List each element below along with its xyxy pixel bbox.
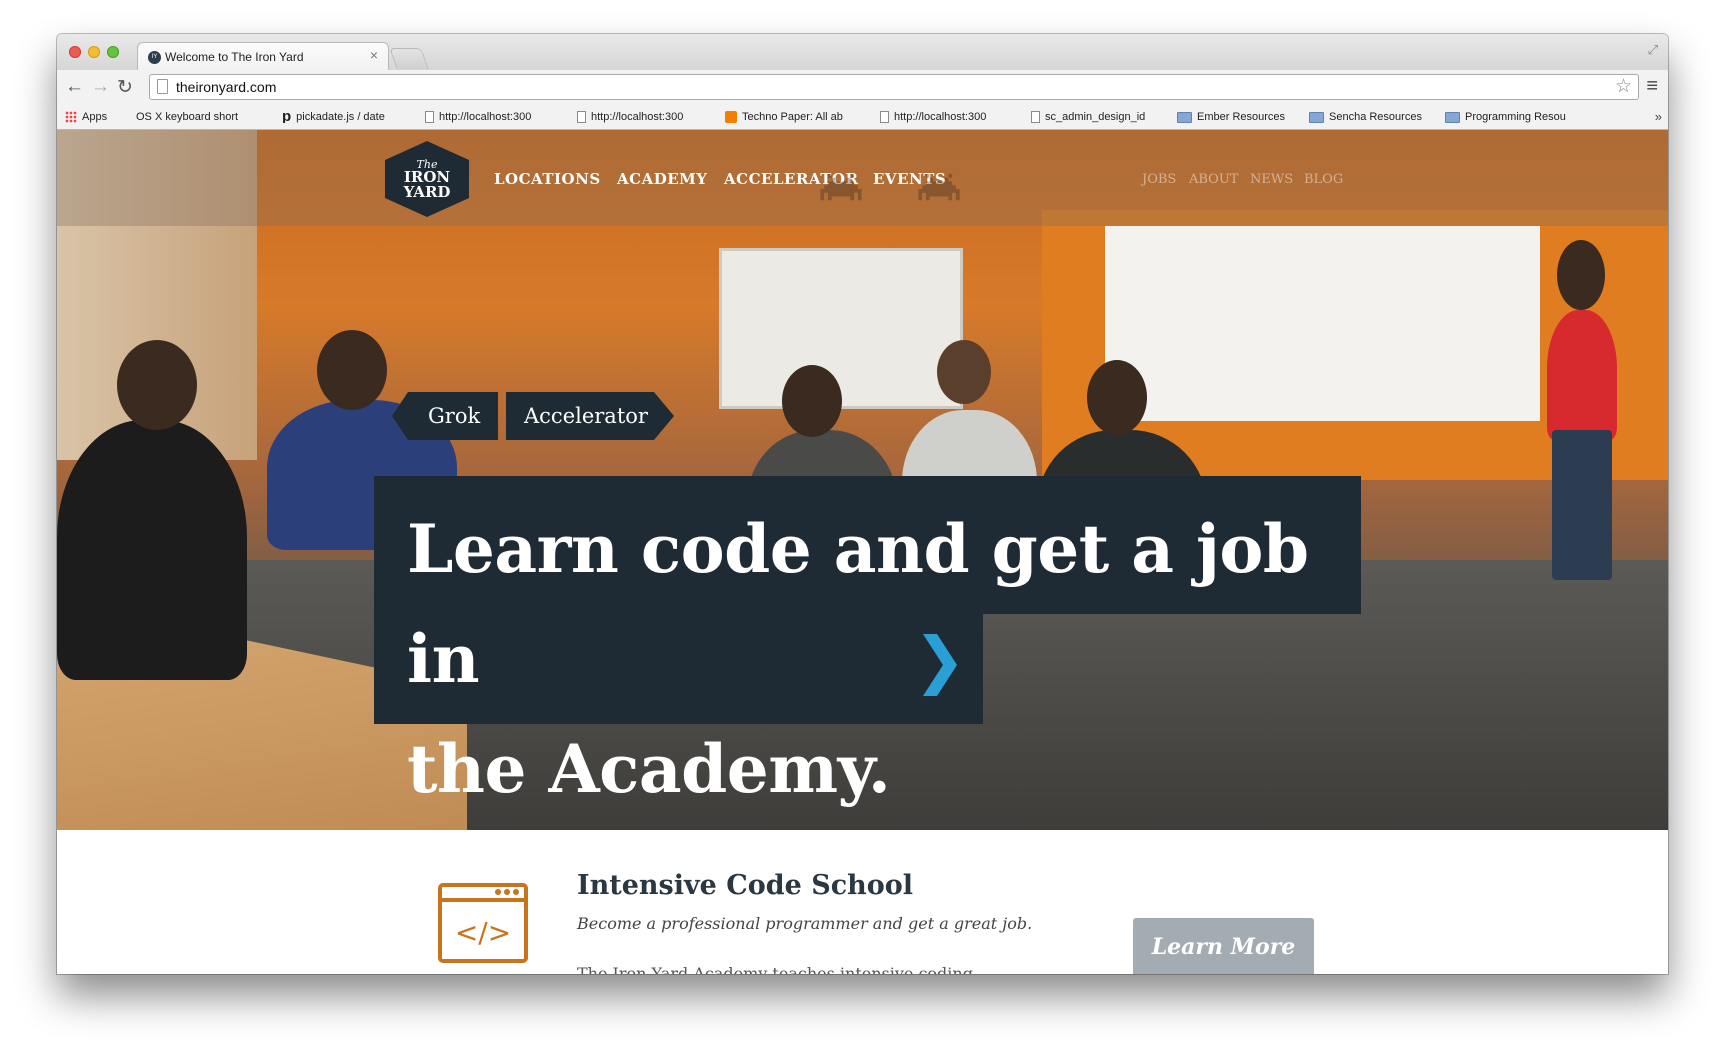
bookmark-label: Techno Paper: All ab [742, 111, 843, 123]
tab-title: Welcome to The Iron Yard [165, 50, 304, 64]
photo-student-head [117, 340, 197, 430]
feature-subtitle: Become a professional programmer and get… [577, 914, 1033, 933]
folder-icon [1177, 111, 1192, 123]
more-bookmarks-icon[interactable]: » [1655, 109, 1662, 124]
logo-wordmark: The IRON YARD [404, 159, 451, 200]
bookmark-localhost-1[interactable]: http://localhost:300 [425, 111, 560, 123]
bookmark-apps[interactable]: Apps [65, 111, 117, 123]
bookmark-label: Apps [82, 111, 108, 123]
reload-icon[interactable]: ↻ [117, 76, 133, 99]
nav-locations[interactable]: LOCATIONS [494, 170, 601, 188]
nav-news[interactable]: NEWS [1250, 172, 1293, 187]
fullscreen-icon[interactable]: ⤢ [1648, 42, 1658, 58]
nav-about[interactable]: ABOUT [1189, 172, 1238, 187]
bookmark-label: http://localhost:300 [591, 111, 684, 123]
minimize-window-button[interactable] [88, 46, 100, 58]
photo-student [57, 420, 247, 680]
page-icon [425, 111, 434, 123]
ironyard-favicon-icon: IY [148, 51, 161, 64]
folder-icon [1445, 111, 1460, 123]
hero-headline-line2: the Academy. [407, 730, 891, 808]
bookmark-sc-admin[interactable]: sc_admin_design_id [1031, 111, 1161, 123]
blogger-icon [725, 111, 737, 123]
bookmark-label: http://localhost:300 [894, 111, 987, 123]
site-header: The IRON YARD LOCATIONS ACADEMY ACCELERA… [57, 130, 1668, 226]
logo-yard: YARD [403, 182, 451, 201]
photo-student-head [1087, 360, 1147, 435]
bookmark-star-icon[interactable]: ☆ [1615, 75, 1632, 98]
bookmark-label: sc_admin_design_id [1045, 111, 1146, 123]
pickadate-icon: p [282, 111, 292, 123]
page-icon [880, 111, 889, 123]
feature-description-cut: The Iron Yard Academy teaches intensive … [577, 964, 973, 974]
photo-student-head [937, 340, 991, 404]
new-tab-button[interactable] [389, 48, 429, 69]
hero-headline-line1: Learn code and get a job in [407, 510, 1309, 698]
learn-more-button[interactable]: Learn More [1133, 918, 1314, 974]
bookmark-ember-resources[interactable]: Ember Resources [1177, 111, 1302, 123]
bookmark-localhost-2[interactable]: http://localhost:300 [577, 111, 712, 123]
tab-close-icon[interactable]: × [370, 47, 378, 63]
url-text: theironyard.com [176, 79, 277, 95]
accelerator-tab[interactable]: Accelerator [506, 392, 674, 440]
address-bar[interactable]: theironyard.com ☆ [149, 74, 1639, 100]
photo-whiteboard [719, 248, 963, 409]
page-icon [157, 79, 168, 94]
bookmark-localhost-3[interactable]: http://localhost:300 [880, 111, 1015, 123]
photo-student-head [317, 330, 387, 410]
space-invader-icon [820, 174, 862, 201]
bookmark-label: Ember Resources [1197, 111, 1286, 123]
bookmark-programming-resources[interactable]: Programming Resou [1445, 111, 1583, 123]
bookmark-sencha-resources[interactable]: Sencha Resources [1309, 111, 1434, 123]
space-invader-icon [918, 174, 960, 201]
bookmarks-bar: Apps OS X keyboard short p pickadate.js … [57, 106, 1668, 130]
nav-blog[interactable]: BLOG [1304, 172, 1343, 187]
menu-icon[interactable]: ≡ [1646, 75, 1658, 98]
zoom-window-button[interactable] [107, 46, 119, 58]
tab-strip: IY Welcome to The Iron Yard × ⤢ [57, 34, 1668, 70]
forward-arrow-icon[interactable]: → [91, 76, 110, 98]
nav-jobs[interactable]: JOBS [1142, 172, 1176, 187]
photo-instructor [1547, 310, 1617, 440]
ironyard-logo[interactable]: The IRON YARD [383, 140, 471, 218]
page-icon [1031, 111, 1040, 123]
close-window-button[interactable] [69, 46, 81, 58]
bookmark-pickadate[interactable]: p pickadate.js / date [282, 111, 408, 123]
browser-toolbar: ← → ↻ theironyard.com ☆ ≡ [57, 70, 1668, 106]
grok-tab[interactable]: Grok [392, 392, 498, 440]
folder-icon [1309, 111, 1324, 123]
apps-icon [65, 111, 77, 123]
page-icon [577, 111, 586, 123]
bookmark-label: OS X keyboard short [136, 111, 239, 123]
code-window-icon: </> [438, 883, 528, 963]
bookmark-label: Sencha Resources [1329, 111, 1422, 123]
browser-window: IY Welcome to The Iron Yard × ⤢ ← → ↻ th… [57, 34, 1668, 974]
bookmark-label: Programming Resou [1465, 111, 1566, 123]
photo-student-head [782, 365, 842, 437]
tab-active[interactable]: IY Welcome to The Iron Yard × [137, 42, 389, 70]
chevron-right-icon[interactable] [919, 628, 963, 702]
photo-instructor-head [1557, 240, 1605, 310]
bookmark-techno-paper[interactable]: Techno Paper: All ab [725, 111, 860, 123]
feature-code-school: </> Intensive Code School Become a profe… [57, 830, 1668, 974]
feature-title: Intensive Code School [577, 870, 914, 901]
photo-projector-screen [1105, 226, 1540, 421]
bookmark-label: pickadate.js / date [296, 111, 385, 123]
bookmark-osx-keyboard[interactable]: OS X keyboard short [131, 111, 256, 123]
back-arrow-icon[interactable]: ← [65, 76, 84, 98]
bookmark-label: http://localhost:300 [439, 111, 532, 123]
nav-academy[interactable]: ACADEMY [617, 170, 707, 188]
photo-instructor-legs [1552, 430, 1612, 580]
page-viewport: The IRON YARD LOCATIONS ACADEMY ACCELERA… [57, 130, 1668, 974]
svg-text:</>: </> [455, 916, 511, 949]
hero-headline[interactable]: Learn code and get a job in the Academy. [407, 494, 1367, 824]
